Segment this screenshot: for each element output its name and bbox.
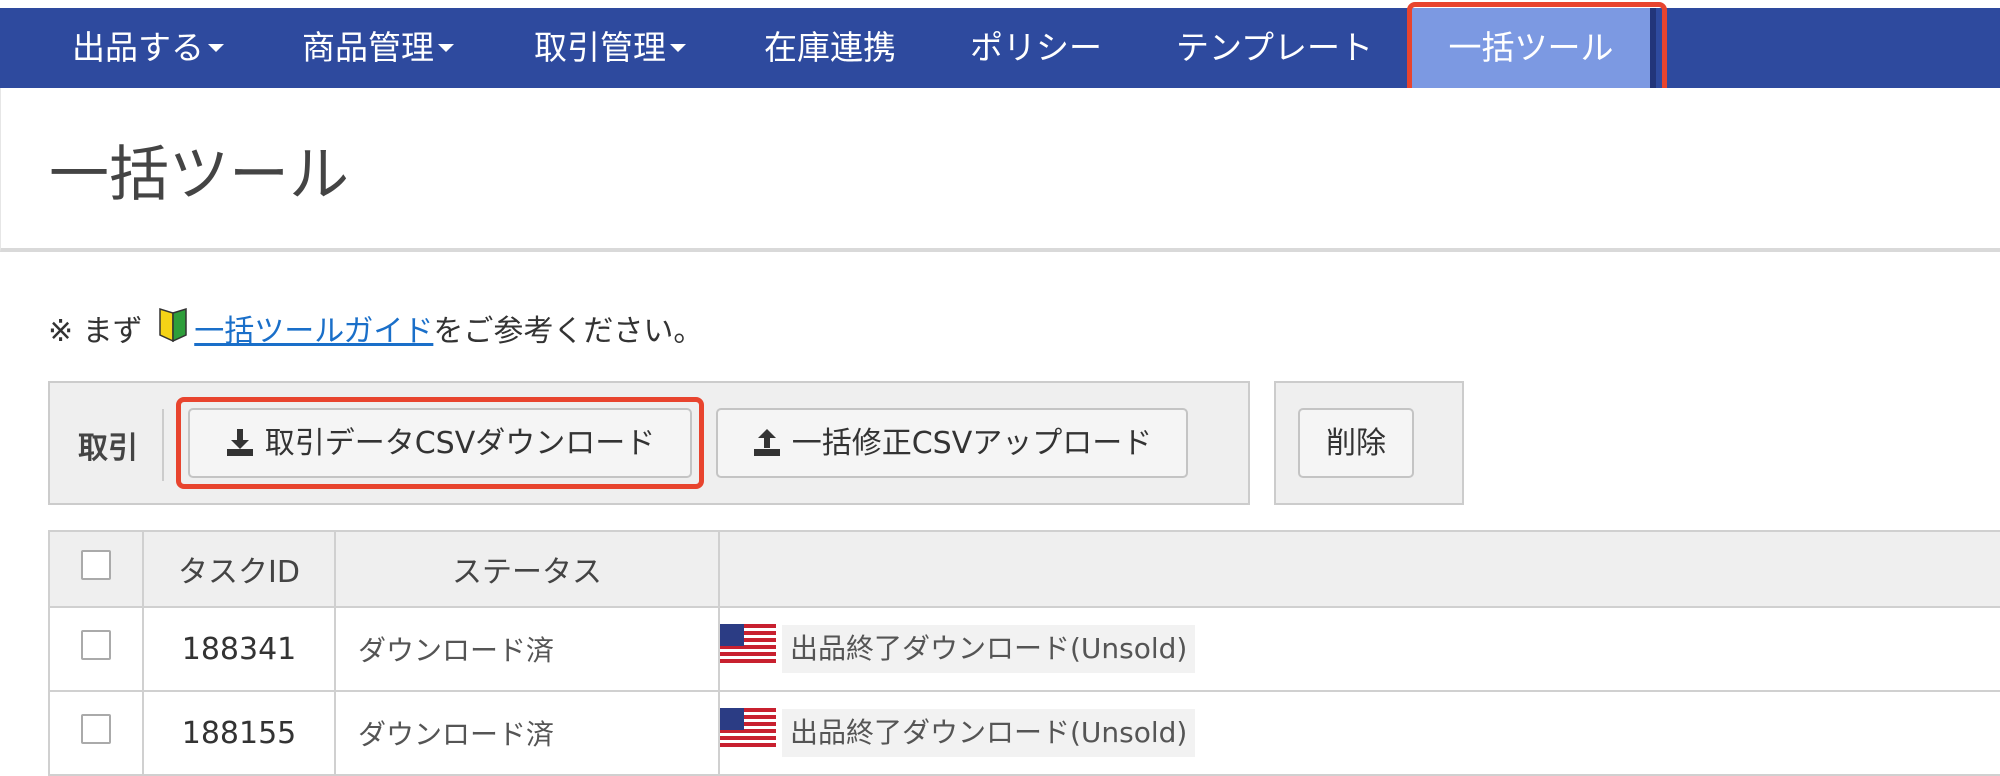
task-id-cell: 188155 xyxy=(142,690,336,776)
table-header-row: タスクID ステータス xyxy=(48,530,2000,608)
csv-download-label: 取引データCSVダウンロード xyxy=(264,426,656,461)
toolbox-divider xyxy=(162,409,164,481)
top-strip xyxy=(0,0,2000,8)
row-checkbox[interactable] xyxy=(81,714,111,744)
intro-text: ※ まず 一括ツールガイドをご参考ください。 xyxy=(48,306,703,355)
task-name: 出品終了ダウンロード(Unsold) xyxy=(782,709,1196,757)
caret-down-icon xyxy=(438,43,454,52)
nav-item-label: ポリシー xyxy=(970,28,1102,67)
status-text: ダウンロード済 xyxy=(358,718,555,751)
beginner-mark-icon xyxy=(156,307,190,351)
status-cell: ダウンロード済 xyxy=(334,690,720,776)
page-title: 一括ツール xyxy=(49,140,349,210)
download-icon xyxy=(226,428,253,456)
csv-upload-button[interactable]: 一括修正CSVアップロード xyxy=(716,408,1188,478)
nav-item-label: 取引管理 xyxy=(534,28,666,67)
table-row: 188341 ダウンロード済 出品終了ダウンロード(Unsold) xyxy=(48,606,2000,692)
caret-down-icon xyxy=(670,43,686,52)
page-header: 一括ツール xyxy=(0,88,2000,252)
header-status: ステータス xyxy=(334,530,720,608)
task-name: 出品終了ダウンロード(Unsold) xyxy=(782,625,1196,673)
delete-button[interactable]: 削除 xyxy=(1298,408,1414,478)
header-select-all-cell xyxy=(48,530,144,608)
row-checkbox[interactable] xyxy=(81,630,111,660)
caret-down-icon xyxy=(208,43,224,52)
csv-upload-label: 一括修正CSVアップロード xyxy=(791,426,1153,461)
main-navbar: 出品する 商品管理 取引管理 在庫連携 ポリシー テンプレート xyxy=(0,8,2000,88)
nav-item-product-management[interactable]: 商品管理 xyxy=(302,8,454,88)
row-select-cell xyxy=(48,606,144,692)
us-flag-icon xyxy=(720,624,776,674)
nav-item-bulk-tools[interactable]: 一括ツール xyxy=(1412,8,1656,88)
nav-item-transaction-management[interactable]: 取引管理 xyxy=(534,8,686,88)
nav-item-label: 商品管理 xyxy=(302,28,434,67)
header-task-id: タスクID xyxy=(142,530,336,608)
select-all-checkbox[interactable] xyxy=(81,550,111,580)
us-flag-icon xyxy=(720,708,776,758)
csv-download-button[interactable]: 取引データCSVダウンロード xyxy=(188,408,692,478)
nav-item-listing[interactable]: 出品する xyxy=(72,8,224,88)
nav-item-label: 一括ツール xyxy=(1448,28,1614,67)
task-id-cell: 188341 xyxy=(142,606,336,692)
delete-label: 削除 xyxy=(1326,426,1386,461)
task-cell: 出品終了ダウンロード(Unsold) xyxy=(718,606,2000,692)
nav-item-template[interactable]: テンプレート xyxy=(1176,8,1373,88)
toolbox-section-label: 取引 xyxy=(78,431,138,466)
nav-item-inventory-sync[interactable]: 在庫連携 xyxy=(764,8,896,88)
table-row: 188155 ダウンロード済 出品終了ダウンロード(Unsold) xyxy=(48,690,2000,776)
status-text: ダウンロード済 xyxy=(358,634,555,667)
upload-icon xyxy=(753,428,780,456)
nav-item-policy[interactable]: ポリシー xyxy=(970,8,1102,88)
intro-prefix: ※ まず xyxy=(48,314,143,349)
nav-item-label: テンプレート xyxy=(1176,28,1374,67)
task-cell: 出品終了ダウンロード(Unsold) xyxy=(718,690,2000,776)
row-select-cell xyxy=(48,690,144,776)
status-cell: ダウンロード済 xyxy=(334,606,720,692)
intro-suffix: をご参考ください。 xyxy=(433,314,704,349)
task-table: タスクID ステータス 188341 ダウンロード済 出品終了ダウンロード(Un… xyxy=(48,530,2000,776)
nav-item-label: 在庫連携 xyxy=(764,28,896,67)
header-task xyxy=(718,530,2000,608)
nav-item-label: 出品する xyxy=(72,28,204,67)
bulk-tool-guide-link[interactable]: 一括ツールガイド xyxy=(194,314,433,349)
